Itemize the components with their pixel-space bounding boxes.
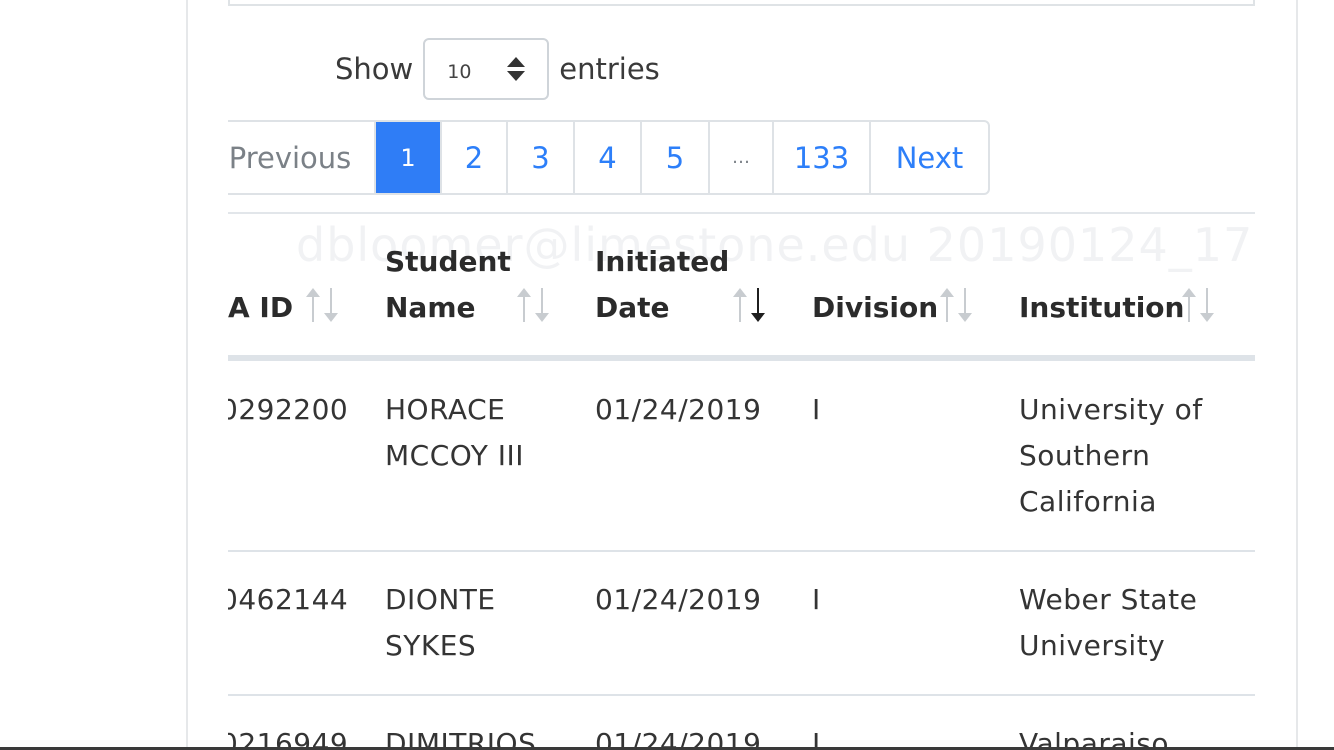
table-scroll-container[interactable]: Show 10 entries Previous 1 2 3 4 5 … 133…	[228, 0, 1255, 750]
cell-student-name: HORACE	[385, 393, 506, 426]
entries-select-value: 10	[447, 61, 472, 83]
cell-division: I	[812, 393, 821, 426]
header-student-name-line2[interactable]: Name	[385, 285, 476, 331]
cell-institution: Southern	[1019, 439, 1151, 472]
sort-icon[interactable]	[1182, 286, 1216, 326]
sort-desc-icon[interactable]	[733, 286, 767, 326]
header-institution[interactable]: Institution	[1019, 285, 1184, 331]
header-student-name-line1[interactable]: Student	[385, 239, 511, 285]
page-button-1[interactable]: 1	[376, 122, 442, 193]
sort-icon[interactable]	[940, 286, 974, 326]
sort-icon[interactable]	[306, 286, 340, 326]
pagination: Previous 1 2 3 4 5 … 133 Next	[228, 120, 990, 195]
table-top-border	[228, 212, 1255, 214]
cell-institution: University	[1019, 629, 1166, 662]
cell-institution: Valparaiso	[1019, 727, 1170, 750]
cell-initiated-date: 01/24/2019	[595, 583, 762, 616]
page-button-4[interactable]: 4	[575, 122, 642, 193]
cell-institution: California	[1019, 485, 1157, 518]
cell-division: I	[812, 727, 821, 750]
page-button-5[interactable]: 5	[642, 122, 710, 193]
cell-id: 0216949	[228, 727, 349, 750]
cell-id: 0292200	[228, 393, 349, 426]
table-header-border	[228, 355, 1255, 361]
page-button-last[interactable]: 133	[774, 122, 871, 193]
cell-id: 0462144	[228, 583, 349, 616]
cell-initiated-date: 01/24/2019	[595, 393, 762, 426]
cell-division: I	[812, 583, 821, 616]
sort-icon[interactable]	[517, 286, 551, 326]
row-divider	[228, 694, 1255, 696]
previous-page-button[interactable]: Previous	[228, 122, 376, 193]
select-caret-icon	[507, 55, 526, 83]
cell-student-name: SYKES	[385, 629, 477, 662]
entries-length-menu: Show 10 entries	[335, 38, 660, 100]
page-button-2[interactable]: 2	[442, 122, 508, 193]
pagination-ellipsis: …	[710, 122, 774, 193]
header-initiated-date-line1[interactable]: Initiated	[595, 239, 729, 285]
show-label: Show	[335, 52, 414, 86]
header-initiated-date-line2[interactable]: Date	[595, 285, 670, 331]
header-division[interactable]: Division	[812, 285, 938, 331]
cell-student-name: DIMITRIOS	[385, 727, 537, 750]
cell-student-name: DIONTE	[385, 583, 496, 616]
cell-institution: University of	[1019, 393, 1203, 426]
entries-label: entries	[559, 52, 660, 86]
next-page-button[interactable]: Next	[871, 122, 988, 193]
page-button-3[interactable]: 3	[508, 122, 575, 193]
cell-institution: Weber State	[1019, 583, 1198, 616]
entries-select[interactable]: 10	[423, 38, 550, 100]
header-id[interactable]: A ID	[228, 285, 293, 331]
row-divider	[228, 550, 1255, 552]
search-field-edge[interactable]	[228, 0, 1255, 6]
cell-student-name: MCCOY III	[385, 439, 525, 472]
cell-initiated-date: 01/24/2019	[595, 727, 762, 750]
